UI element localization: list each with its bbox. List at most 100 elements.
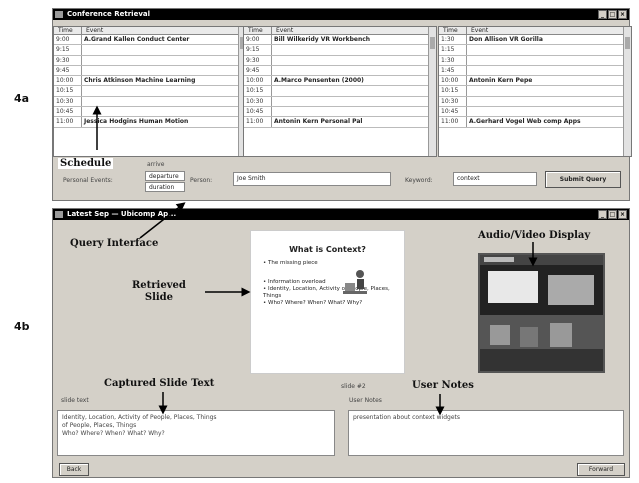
user-notes-area[interactable]: presentation about context widgets xyxy=(348,410,624,456)
keyword-field[interactable]: context xyxy=(453,172,537,186)
window-title: Latest Sep — Ubicomp Ap... xyxy=(67,210,177,218)
schedule-row[interactable]: 1:45 xyxy=(439,65,631,77)
time-column-header[interactable]: Time xyxy=(244,27,272,34)
time-cell: 1:30 xyxy=(439,35,467,45)
slide-title: What is Context? xyxy=(289,245,366,254)
maximize-button[interactable]: □ xyxy=(608,10,617,19)
title-bar[interactable]: Latest Sep — Ubicomp Ap... _ □ × xyxy=(53,209,629,220)
schedule-row[interactable]: 1:15 xyxy=(439,45,631,56)
event-cell xyxy=(272,56,436,65)
maximize-button[interactable]: □ xyxy=(608,210,617,219)
schedule-panel-2: Time Event 9:00 Bill Wilkeridy VR Workbench… xyxy=(243,26,437,157)
event-cell: Bill Wilkeridy VR Workbench xyxy=(274,36,371,43)
vertical-scrollbar[interactable] xyxy=(623,27,631,156)
schedule-row[interactable]: 10:15 xyxy=(244,86,436,97)
time-cell: 10:30 xyxy=(439,96,467,107)
event-cell xyxy=(272,86,436,95)
schedule-row[interactable]: 1:30 Don Allison VR Gorilla xyxy=(439,35,631,46)
retrieved-slide-annotation: Retrieved Slide xyxy=(132,280,186,303)
close-button[interactable]: × xyxy=(618,10,627,19)
schedule-row[interactable]: 10:45 xyxy=(244,107,436,118)
time-cell: 10:45 xyxy=(54,107,82,117)
schedule-row[interactable]: 10:00 A.Marco Pensenten (2000) xyxy=(244,76,436,87)
event-column-header[interactable]: Event xyxy=(82,27,246,34)
time-column-header[interactable]: Time xyxy=(54,27,82,34)
time-column-header[interactable]: Time xyxy=(439,27,467,34)
schedule-row[interactable]: 11:00 A.Gerhard Vogel Web comp Apps xyxy=(439,117,631,128)
time-cell: 10:00 xyxy=(244,76,272,86)
event-cell xyxy=(82,56,246,65)
schedule-row[interactable]: 11:00 Jessica Hodgins Human Motion xyxy=(54,117,246,128)
scroll-thumb[interactable] xyxy=(625,37,630,49)
time-cell: 10:15 xyxy=(244,86,272,96)
user-notes-annotation: User Notes xyxy=(412,380,474,391)
schedule-row[interactable]: 10:30 xyxy=(54,96,246,108)
schedule-row[interactable]: 9:45 xyxy=(54,65,246,77)
schedule-row[interactable]: 10:30 xyxy=(244,96,436,108)
depart-option[interactable]: departure xyxy=(145,171,185,181)
schedule-row[interactable]: 9:15 xyxy=(244,45,436,56)
event-column-header[interactable]: Event xyxy=(272,27,436,34)
time-cell: 1:45 xyxy=(439,65,467,76)
captured-slide-text-area[interactable]: Identity, Location, Activity of People, … xyxy=(57,410,335,456)
person-field[interactable]: Joe Smith xyxy=(233,172,391,186)
minimize-button[interactable]: _ xyxy=(598,10,607,19)
scroll-thumb[interactable] xyxy=(430,37,435,49)
schedule-row[interactable]: 10:30 xyxy=(439,96,631,108)
schedule-row[interactable]: 9:45 xyxy=(244,65,436,77)
schedule-row[interactable]: 10:45 xyxy=(54,107,246,118)
time-cell: 10:00 xyxy=(439,76,467,86)
event-column-header[interactable]: Event xyxy=(467,27,631,34)
vertical-scrollbar[interactable] xyxy=(428,27,436,156)
time-cell: 10:15 xyxy=(439,86,467,96)
event-cell xyxy=(82,107,246,116)
back-button[interactable]: Back xyxy=(59,463,89,476)
schedule-row[interactable]: 10:15 xyxy=(54,86,246,97)
time-cell: 9:45 xyxy=(54,65,82,76)
time-cell: 10:15 xyxy=(54,86,82,96)
schedule-row[interactable]: 10:45 xyxy=(439,107,631,118)
schedule-row[interactable]: 9:00 Bill Wilkeridy VR Workbench xyxy=(244,35,436,46)
event-cell xyxy=(272,97,436,106)
retrieved-slide: What is Context? • The missing piece • I… xyxy=(250,230,405,374)
time-cell: 9:00 xyxy=(54,35,82,45)
time-cell: 10:45 xyxy=(244,107,272,117)
schedule-row[interactable]: 9:00 A.Grand Kallen Conduct Center xyxy=(54,35,246,46)
schedule-row[interactable]: 10:15 xyxy=(439,86,631,97)
event-cell xyxy=(467,97,631,106)
schedule-row[interactable]: 9:30 xyxy=(244,55,436,66)
audio-video-display[interactable] xyxy=(478,253,605,373)
time-cell: 11:00 xyxy=(54,117,82,127)
submit-query-button[interactable]: Submit Query xyxy=(545,171,621,188)
window-controls: _ □ × xyxy=(598,10,627,19)
window-controls: _ □ × xyxy=(598,210,627,219)
schedule-annotation: Schedule xyxy=(58,158,114,169)
time-cell: 10:00 xyxy=(54,76,82,86)
window-title: Conference Retrieval xyxy=(67,10,151,18)
slide-text-label: slide text xyxy=(61,397,89,404)
slide-bullet: • Who? Where? When? What? Why? xyxy=(263,300,363,306)
minimize-button[interactable]: _ xyxy=(598,210,607,219)
schedule-row[interactable]: 1:30 xyxy=(439,55,631,66)
event-cell: A.Grand Kallen Conduct Center xyxy=(84,36,190,43)
event-cell xyxy=(82,66,246,75)
close-button[interactable]: × xyxy=(618,210,627,219)
event-cell: Chris Atkinson Machine Learning xyxy=(84,77,196,85)
schedule-row[interactable]: 9:30 xyxy=(54,55,246,66)
duration-option[interactable]: duration xyxy=(145,182,185,192)
slide-bullet: • The missing piece xyxy=(263,260,318,266)
forward-button[interactable]: Forward xyxy=(577,463,625,476)
slide-bullet: • Identity, Location, Activity of People… xyxy=(263,286,390,299)
schedule-row[interactable]: 11:00 Antonin Kern Personal Pal xyxy=(244,117,436,128)
title-bar[interactable]: Conference Retrieval _ □ × xyxy=(53,9,629,20)
event-cell xyxy=(467,86,631,95)
schedule-row[interactable]: 9:15 xyxy=(54,45,246,56)
figure-label-4b: 4b xyxy=(14,320,30,333)
event-cell: A.Gerhard Vogel Web comp Apps xyxy=(469,118,581,126)
time-cell: 1:30 xyxy=(439,55,467,65)
schedule-panel-1: Time Event 9:00 A.Grand Kallen Conduct Cent… xyxy=(53,26,247,157)
schedule-row[interactable]: 10:00 Chris Atkinson Machine Learning xyxy=(54,76,246,87)
schedule-row[interactable]: 10:00 Antonin Kern Pepe xyxy=(439,76,631,87)
event-cell: Antonin Kern Pepe xyxy=(469,77,533,85)
conference-retrieval-window: Conference Retrieval _ □ × Time Event 9:00… xyxy=(52,8,632,201)
